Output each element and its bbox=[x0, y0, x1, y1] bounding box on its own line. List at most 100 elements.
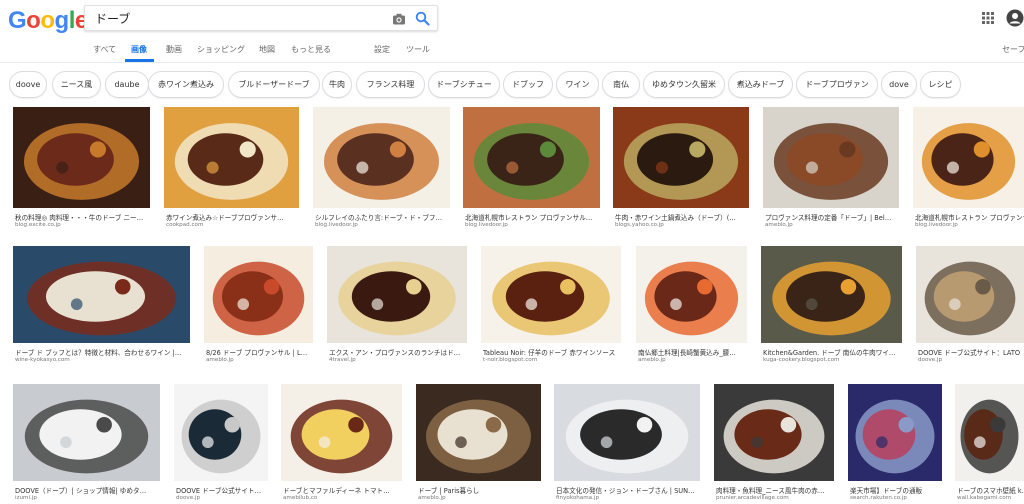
image-thumbnail[interactable] bbox=[554, 384, 700, 481]
image-thumbnail[interactable] bbox=[714, 384, 834, 481]
image-caption[interactable]: 北海道札幌市レストラン プロヴァンサル… bbox=[915, 212, 1024, 222]
related-search-chip[interactable]: ゆめタウン久留米 bbox=[643, 71, 725, 98]
tab-all[interactable]: すべて bbox=[93, 44, 116, 55]
image-thumbnail[interactable] bbox=[848, 384, 942, 481]
tab-maps[interactable]: 地図 bbox=[259, 44, 275, 55]
tab-shopping[interactable]: ショッピング bbox=[197, 44, 245, 55]
logo-letter: o bbox=[26, 7, 41, 34]
tab-more[interactable]: もっと見る bbox=[291, 44, 331, 55]
image-thumbnail[interactable] bbox=[313, 107, 450, 208]
image-caption[interactable]: 南仏郷土料理|長崎蟹黄込み_腰… bbox=[638, 347, 747, 357]
image-result[interactable]: 牛肉・赤ワイン土鍋煮込み（ドーブ）(… blogs.yahoo.co.jp bbox=[613, 107, 749, 230]
image-result[interactable]: DOOVE ドーブ公式サイト：LATO doove.jp bbox=[916, 246, 1024, 365]
image-result[interactable]: 肉料理・魚料理_ニース風牛肉の赤… prunier.arcadevillage.c… bbox=[714, 384, 834, 503]
related-search-chip[interactable]: 牛肉 bbox=[322, 71, 352, 98]
related-search-chip[interactable]: ワイン bbox=[556, 71, 599, 98]
image-caption[interactable]: ドーブとマファルディーネ トマト… bbox=[283, 485, 402, 495]
image-caption[interactable]: エクス・アン・プロヴァンスのランチはド… bbox=[329, 347, 467, 357]
image-result[interactable]: プロヴァンス料理の定番「ドーブ」| Bel… ameblo.jp bbox=[763, 107, 899, 230]
image-result[interactable]: ドーブ | Paris暮らし ameblo.jp bbox=[416, 384, 541, 503]
related-search-chip[interactable]: ドブッフ bbox=[503, 71, 553, 98]
tools-link[interactable]: ツール bbox=[406, 44, 430, 55]
image-thumbnail[interactable] bbox=[13, 246, 190, 343]
image-result[interactable]: エクス・アン・プロヴァンスのランチはド… 4travel.jp bbox=[327, 246, 467, 365]
image-source: t-noir.blogspot.com bbox=[483, 357, 538, 363]
related-search-chip[interactable]: ニース風 bbox=[52, 71, 101, 98]
tab-videos[interactable]: 動画 bbox=[166, 44, 182, 55]
image-caption[interactable]: Tableau Noir: 仔羊のドーブ 赤ワインソース bbox=[483, 347, 621, 357]
image-caption[interactable]: DOOVE（ドーブ）| ショップ情報| ゆめタ… bbox=[15, 485, 160, 495]
magnifier-icon[interactable] bbox=[415, 11, 430, 26]
image-caption[interactable]: 秋の料理◎ 肉料理・・・牛のドーブ ニー… bbox=[15, 212, 150, 222]
image-thumbnail[interactable] bbox=[763, 107, 899, 208]
image-thumbnail[interactable] bbox=[174, 384, 268, 481]
image-thumbnail[interactable] bbox=[281, 384, 402, 481]
image-caption[interactable]: ドーブのスマホ壁紙 k… bbox=[957, 485, 1024, 495]
image-result[interactable]: 8/26 ドーブ プロヴァンサル | L… ameblo.jp bbox=[204, 246, 313, 365]
image-result[interactable]: 楽天市場】ドーブの通販 search.rakuten.co.jp bbox=[848, 384, 942, 503]
image-thumbnail[interactable] bbox=[204, 246, 313, 343]
image-caption[interactable]: DOOVE ドーブ公式サイト… bbox=[176, 485, 268, 495]
image-caption[interactable]: 楽天市場】ドーブの通販 bbox=[850, 485, 942, 495]
related-search-chip[interactable]: ドーブプロヴァン bbox=[796, 71, 878, 98]
image-caption[interactable]: 牛肉・赤ワイン土鍋煮込み（ドーブ）(… bbox=[615, 212, 749, 222]
image-caption[interactable]: プロヴァンス料理の定番「ドーブ」| Bel… bbox=[765, 212, 899, 222]
google-logo[interactable]: Google bbox=[8, 7, 88, 35]
related-search-chip[interactable]: フランス料理 bbox=[356, 71, 425, 98]
image-caption[interactable]: 赤ワイン煮込み☆ドーブプロヴァンサ… bbox=[166, 212, 299, 222]
image-thumbnail[interactable] bbox=[916, 246, 1024, 343]
related-search-chip[interactable]: doove bbox=[9, 71, 47, 98]
image-thumbnail[interactable] bbox=[636, 246, 747, 343]
image-result[interactable]: 日本文化の発信・ジョン・ドーブさん | SUN… finyokohama.jp bbox=[554, 384, 700, 503]
image-thumbnail[interactable] bbox=[13, 107, 150, 208]
image-source: blogs.yahoo.co.jp bbox=[615, 222, 664, 228]
image-thumbnail[interactable] bbox=[913, 107, 1024, 208]
tab-images[interactable]: 画像 bbox=[131, 44, 147, 55]
image-caption[interactable]: ドーブ | Paris暮らし bbox=[418, 485, 541, 495]
image-result[interactable]: DOOVE ドーブ公式サイト… doove.jp bbox=[174, 384, 268, 503]
image-result[interactable]: 南仏郷土料理|長崎蟹黄込み_腰… ameblo.jp bbox=[636, 246, 747, 365]
image-thumbnail[interactable] bbox=[13, 384, 160, 481]
camera-icon[interactable] bbox=[392, 12, 406, 26]
image-caption[interactable]: 肉料理・魚料理_ニース風牛肉の赤… bbox=[716, 485, 834, 495]
account-icon[interactable] bbox=[1006, 9, 1024, 27]
related-search-chip[interactable]: 赤ワイン煮込み bbox=[148, 71, 224, 98]
related-search-chip[interactable]: 南仏 bbox=[602, 71, 640, 98]
image-caption[interactable]: 北海道札幌市レストラン プロヴァンサル… bbox=[465, 212, 600, 222]
image-result[interactable]: シルフレイのふたり言:ドーブ・ド・ブフ… blog.livedoor.jp bbox=[313, 107, 450, 230]
image-thumbnail[interactable] bbox=[164, 107, 299, 208]
image-caption[interactable]: Kitchen&Garden. ドーブ 南仏の牛肉ワイ… bbox=[763, 347, 902, 357]
apps-grid-icon[interactable] bbox=[981, 11, 995, 25]
related-search-chip[interactable]: ブルドーザードーブ bbox=[228, 71, 320, 98]
image-thumbnail[interactable] bbox=[327, 246, 467, 343]
image-result[interactable]: 赤ワイン煮込み☆ドーブプロヴァンサ… cookpad.com bbox=[164, 107, 299, 230]
image-caption[interactable]: 日本文化の発信・ジョン・ドーブさん | SUN… bbox=[556, 485, 700, 495]
image-result[interactable]: ドーブのスマホ壁紙 k… wall.kabegami.com bbox=[955, 384, 1024, 503]
related-search-chip[interactable]: daube bbox=[105, 71, 149, 98]
image-caption[interactable]: シルフレイのふたり言:ドーブ・ド・ブフ… bbox=[315, 212, 450, 222]
related-search-chip[interactable]: dove bbox=[881, 71, 917, 98]
image-thumbnail[interactable] bbox=[761, 246, 902, 343]
related-search-chip[interactable]: 煮込みドーブ bbox=[728, 71, 793, 98]
image-result[interactable]: 北海道札幌市レストラン プロヴァンサル…blog.livedoor.jp bbox=[913, 107, 1024, 230]
image-caption[interactable]: DOOVE ドーブ公式サイト：LATO bbox=[918, 347, 1024, 357]
image-caption[interactable]: 8/26 ドーブ プロヴァンサル | L… bbox=[206, 347, 313, 357]
image-thumbnail[interactable] bbox=[463, 107, 600, 208]
related-search-chip[interactable]: レシピ bbox=[920, 71, 961, 98]
image-caption[interactable]: ドーブ ド ブッフとは？特徴と材料、合わせるワイン |… bbox=[15, 347, 190, 357]
settings-link[interactable]: 設定 bbox=[374, 44, 390, 55]
image-thumbnail[interactable] bbox=[613, 107, 749, 208]
image-result[interactable]: ドーブ ド ブッフとは？特徴と材料、合わせるワイン |… wine-kyokasy… bbox=[13, 246, 190, 365]
image-result[interactable]: 北海道札幌市レストラン プロヴァンサル…blog.livedoor.jp bbox=[463, 107, 600, 230]
related-search-chip[interactable]: ドーブシチュー bbox=[428, 71, 500, 98]
image-result[interactable]: ドーブとマファルディーネ トマト… amebilub.co bbox=[281, 384, 402, 503]
safesearch-link[interactable]: セーフ bbox=[1002, 44, 1024, 55]
image-thumbnail[interactable] bbox=[955, 384, 1024, 481]
image-result[interactable]: DOOVE（ドーブ）| ショップ情報| ゆめタ… izumi.jp bbox=[13, 384, 160, 503]
image-result[interactable]: Kitchen&Garden. ドーブ 南仏の牛肉ワイ… kuga-cookery… bbox=[761, 246, 902, 365]
image-thumbnail[interactable] bbox=[481, 246, 621, 343]
image-result[interactable]: 秋の料理◎ 肉料理・・・牛のドーブ ニー… blog.excite.co.jp bbox=[13, 107, 150, 230]
search-input[interactable] bbox=[95, 9, 385, 27]
image-thumbnail[interactable] bbox=[416, 384, 541, 481]
image-result[interactable]: Tableau Noir: 仔羊のドーブ 赤ワインソース t-noir.blogs… bbox=[481, 246, 621, 365]
